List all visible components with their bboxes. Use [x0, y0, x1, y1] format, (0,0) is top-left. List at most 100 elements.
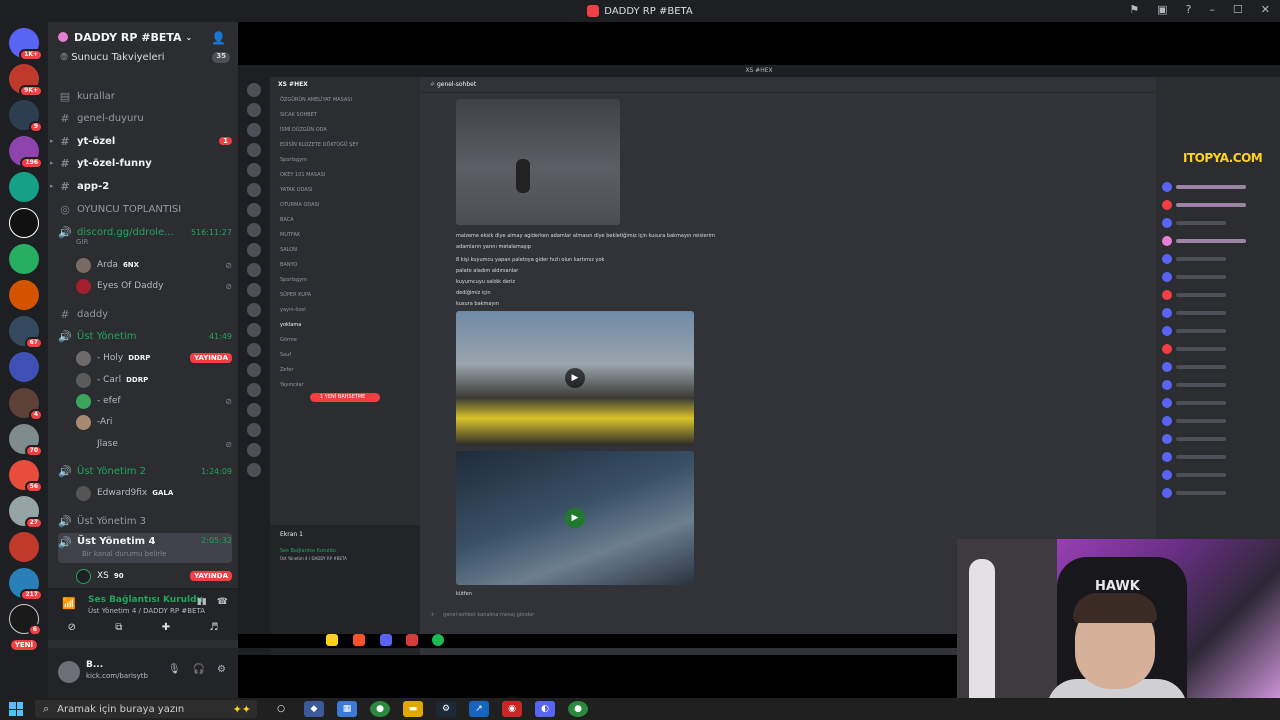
play-icon[interactable]: ▶ — [565, 508, 585, 528]
app-icon[interactable]: ◆ — [304, 701, 324, 717]
voice-subtext: GİR — [76, 236, 232, 248]
stream-server-name: XS #HEX — [278, 81, 308, 88]
channel-daddy[interactable]: # daddy — [58, 304, 232, 324]
user-name[interactable]: B... — [86, 660, 103, 670]
windows-start-icon[interactable] — [9, 702, 23, 716]
stream-voice-sub: Üst Yönetim 4 / DADDY RP #BETA — [280, 556, 347, 561]
speaker-icon: 🔊 — [58, 329, 72, 343]
channel-ust-yonetim-4[interactable]: 🔊 Üst Yönetim 4 2:05:32 Bir kanal durumu… — [58, 533, 232, 563]
stream-channel: yayın-özel — [280, 307, 306, 313]
server-icon[interactable]: 67 — [9, 316, 43, 349]
stream-channel: SICAK SOHBET — [280, 112, 317, 118]
voice-user-jlase[interactable]: Jlase ⊘ — [76, 434, 232, 454]
calculator-icon[interactable]: ▦ — [337, 701, 357, 717]
noise-suppression-icon[interactable]: ▮▮ — [197, 597, 207, 607]
server-icon[interactable]: 4 — [9, 388, 43, 421]
play-icon[interactable]: ▶ — [565, 368, 585, 388]
server-icon[interactable] — [9, 172, 39, 202]
rail-badge: 4 — [28, 409, 43, 421]
stream-channel: ÖZGÜRÜN AMELİYAT MASASI — [280, 97, 352, 103]
stream-channel-sidebar: XS #HEX ÖZGÜRÜN AMELİYAT MASASI SICAK SO… — [270, 77, 420, 655]
minimize-button[interactable]: – — [1209, 3, 1215, 16]
task-view-icon[interactable]: ○ — [271, 701, 291, 717]
channel-status[interactable]: Bir kanal durumu belirle — [82, 550, 166, 558]
voice-user-xs[interactable]: XS 90 YAYINDA — [76, 566, 232, 586]
voice-user-name: - Holy — [97, 353, 124, 363]
avatar — [76, 278, 91, 294]
voice-user-holy[interactable]: - Holy DDRP YAYINDA — [76, 348, 232, 368]
invite-people-icon[interactable]: 👤 — [211, 31, 226, 45]
channel-genel-duyuru[interactable]: # genel-duyuru — [58, 108, 232, 128]
microphone-icon[interactable]: 🎙 — [168, 664, 181, 675]
gear-icon[interactable]: ⚙ — [217, 664, 226, 675]
inbox-icon[interactable]: ▣ — [1157, 3, 1167, 16]
app-icon[interactable]: ↗ — [469, 701, 489, 717]
voice-user-edward[interactable]: Edward9fix GALA — [76, 483, 232, 503]
channel-oyuncu-toplantisi[interactable]: ◎ OYUNCU TOPLANTISI — [58, 199, 232, 219]
voice-user-efef[interactable]: - efef ⊘ — [76, 391, 232, 411]
brave-icon — [353, 634, 365, 646]
boost-count: 35 — [212, 52, 230, 63]
disconnect-icon[interactable]: ☎ — [217, 597, 228, 607]
server-icon[interactable]: 217 — [9, 568, 43, 601]
rail-badge: 217 — [20, 589, 43, 601]
discord-icon[interactable]: ◐ — [535, 701, 555, 717]
channel-label: kurallar — [77, 90, 115, 102]
flag-icon[interactable]: ⚑ — [1129, 3, 1139, 16]
server-icon[interactable] — [9, 352, 39, 382]
server-icon[interactable] — [9, 208, 39, 238]
server-icon[interactable] — [9, 532, 39, 562]
stream-video-1[interactable]: ▶ — [456, 311, 694, 445]
avatar — [76, 393, 91, 409]
server-rail: 1K+ 9K+ 9 196 67 4 70 56 27 217 6 YENİ — [0, 22, 48, 698]
voice-timer: 1:24:09 — [201, 466, 232, 476]
voice-user-carl[interactable]: - Carl DDRP — [76, 370, 232, 390]
home-dm-icon[interactable]: 1K+ — [9, 28, 43, 61]
server-icon[interactable]: 9 — [9, 100, 43, 133]
server-header[interactable]: DADDY RP #BETA ⌄ 👤 — [48, 22, 238, 52]
server-boosts-row[interactable]: ⦾ Sunucu Takviyeleri 35 — [60, 52, 230, 63]
maximize-button[interactable]: ☐ — [1233, 3, 1243, 16]
close-button[interactable]: ✕ — [1261, 3, 1270, 16]
channel-ust-yonetim[interactable]: 🔊 Üst Yönetim 41:49 — [58, 326, 232, 346]
steam-icon[interactable]: ⚙ — [436, 701, 456, 717]
server-icon[interactable]: 56 — [9, 460, 43, 493]
stream-video-2[interactable]: ▶ — [456, 451, 694, 585]
activities-icon[interactable]: ✚ — [162, 622, 170, 640]
channel-ust-yonetim-3[interactable]: 🔊 Üst Yönetim 3 — [58, 511, 232, 531]
voice-connected-label[interactable]: Ses Bağlantısı Kuruldu — [88, 595, 203, 605]
avatar[interactable] — [58, 661, 80, 683]
avatar — [76, 436, 91, 452]
channel-ust-yonetim-2[interactable]: 🔊 Üst Yönetim 2 1:24:09 — [58, 461, 232, 481]
channel-app-2[interactable]: ▸ # app-2 — [50, 176, 232, 196]
server-icon[interactable]: 196 — [9, 136, 43, 169]
stream-server-rail — [238, 77, 270, 655]
stream-channel: BACA — [280, 217, 294, 223]
taskbar-search[interactable]: ⌕ Aramak için buraya yazın ✦✦ — [35, 700, 257, 718]
stream-message: palato aladım aldırsanlar — [456, 268, 519, 274]
server-icon[interactable] — [9, 280, 39, 310]
voice-user-eyes-of-daddy[interactable]: Eyes Of Daddy ⊘ — [76, 276, 232, 296]
headphones-icon[interactable]: 🎧 — [193, 664, 205, 675]
help-icon[interactable]: ? — [1186, 3, 1192, 16]
chrome-icon[interactable]: ● — [568, 701, 588, 717]
channel-kurallar[interactable]: ▤ kurallar — [58, 86, 232, 106]
app-icon[interactable]: ◉ — [502, 701, 522, 717]
server-icon[interactable]: 6 — [9, 604, 42, 636]
camera-off-icon[interactable]: ⊘ — [68, 622, 76, 640]
channel-label: Üst Yönetim — [77, 330, 137, 342]
file-explorer-icon[interactable]: ▬ — [403, 701, 423, 717]
server-icon[interactable]: 70 — [9, 424, 43, 457]
screen-share-icon[interactable]: ⧉ — [115, 622, 122, 640]
server-icon[interactable]: 9K+ — [9, 64, 43, 97]
server-icon[interactable]: 27 — [9, 496, 43, 529]
voice-user-arda[interactable]: Arda 6NX ⊘ — [76, 255, 232, 275]
chrome-icon[interactable]: ● — [370, 701, 390, 717]
channel-yt-ozel-funny[interactable]: ▸ # yt-özel-funny — [50, 153, 232, 173]
soundboard-icon[interactable]: ♬ — [209, 622, 218, 640]
server-icon[interactable] — [9, 244, 39, 274]
voice-user-name: XS — [97, 571, 109, 581]
voice-user-ari[interactable]: -Ari — [76, 412, 232, 432]
watermark-logo: ITOPYA.COM — [1183, 151, 1263, 165]
channel-yt-ozel[interactable]: ▸ # yt-özel 1 — [50, 131, 232, 151]
